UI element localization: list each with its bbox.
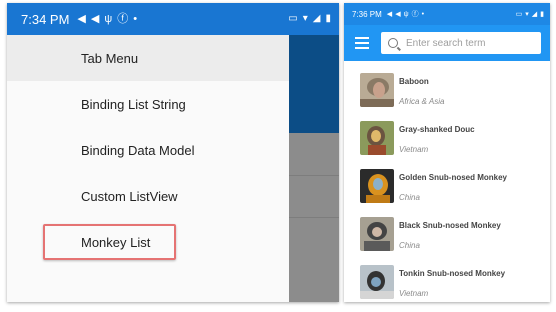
list-item[interactable]: Gray-shanked Douc Vietnam — [344, 117, 550, 165]
monkey-photo — [360, 265, 394, 299]
douc-photo — [360, 121, 394, 155]
drawer-item-binding-data-model[interactable]: Binding Data Model — [7, 127, 289, 173]
monkey-location: Africa & Asia — [399, 97, 445, 106]
status-time: 7:34 PM — [21, 11, 70, 27]
cast-icon: ▭ — [288, 13, 298, 24]
status-bar: 7:36 PM ◀ ◀ ψ ⓕ • ▭ ▾ ◢ ▮ — [344, 3, 550, 25]
monkey-location: Vietnam — [399, 289, 429, 298]
monkey-location: Vietnam — [399, 145, 429, 154]
black-monkey-photo — [360, 217, 394, 251]
toolbar — [344, 25, 550, 61]
list-item[interactable]: Golden Snub-nosed Monkey China — [344, 165, 550, 213]
drawer-item-label: Binding Data Model — [81, 142, 195, 158]
wifi-icon: ▾ — [302, 13, 308, 24]
search-icon — [388, 38, 398, 48]
list-item[interactable]: Tonkin Snub-nosed Monkey Vietnam — [344, 261, 550, 302]
facebook-icon: ⓕ — [117, 12, 129, 25]
monkey-name: Tonkin Snub-nosed Monkey — [399, 269, 506, 278]
hamburger-menu-icon[interactable] — [355, 37, 369, 49]
list-item[interactable]: Black Snub-nosed Monkey China — [344, 213, 550, 261]
left-phone-screenshot: 7:34 PM ◀ ◀ ψ ⓕ • ▭ ▾ ◢ ▮ Tab Menu Bindi… — [7, 3, 339, 302]
notification-icons: ◀ ◀ ψ ⓕ • — [77, 12, 138, 25]
cast-icon: ▭ — [515, 10, 523, 18]
drawer-item-label: Tab Menu — [81, 50, 139, 66]
send-icon: ◀ — [77, 12, 86, 25]
monkey-location: China — [399, 241, 420, 250]
app-header-behind-drawer — [289, 35, 339, 133]
monkey-list: Baboon Africa & Asia Gray-shanked Douc V… — [344, 69, 550, 302]
tonkin-monkey-photo — [360, 265, 394, 299]
status-time: 7:36 PM — [352, 9, 382, 19]
signal-icon: ◢ — [312, 13, 321, 24]
dot-icon: • — [133, 12, 138, 25]
battery-icon: ▮ — [540, 10, 544, 18]
monkey-photo — [360, 121, 394, 155]
monkey-name: Golden Snub-nosed Monkey — [399, 173, 508, 182]
drawer-item-label: Custom ListView — [81, 188, 178, 204]
golden-monkey-photo — [360, 169, 394, 203]
navigation-drawer: Tab Menu Binding List String Binding Dat… — [7, 35, 289, 302]
monkey-name: Black Snub-nosed Monkey — [399, 221, 501, 230]
search-bar[interactable] — [381, 32, 541, 54]
send-icon: ◀ — [395, 10, 401, 18]
signal-icon: ◢ — [531, 10, 538, 18]
divider — [289, 175, 339, 176]
drawer-item-binding-list-string[interactable]: Binding List String — [7, 81, 289, 127]
facebook-icon: ⓕ — [411, 10, 419, 18]
drawer-item-tab-menu[interactable]: Tab Menu — [7, 35, 289, 81]
wifi-icon: ▾ — [525, 10, 529, 18]
send-icon: ◀ — [386, 10, 393, 18]
monkey-name: Baboon — [399, 77, 429, 86]
baboon-photo — [360, 73, 394, 107]
right-phone-screenshot: 7:36 PM ◀ ◀ ψ ⓕ • ▭ ▾ ◢ ▮ Enter search t… — [344, 3, 550, 302]
search-input[interactable] — [406, 37, 526, 49]
monkey-location: China — [399, 193, 420, 202]
status-right-icons: ▭ ▾ ◢ ▮ — [288, 14, 331, 24]
drawer-item-custom-listview[interactable]: Custom ListView — [7, 173, 289, 219]
monkey-photo — [360, 73, 394, 107]
drawer-item-label: Binding List String — [81, 96, 186, 112]
send-icon: ◀ — [90, 12, 100, 25]
notification-icons: ◀ ◀ ψ ⓕ • — [387, 11, 424, 18]
monkey-list-highlight — [43, 224, 176, 260]
usb-icon: ψ — [104, 12, 113, 25]
monkey-name: Gray-shanked Douc — [399, 125, 475, 134]
monkey-photo — [360, 217, 394, 251]
status-right-icons: ▭ ▾ ◢ ▮ — [516, 11, 544, 18]
dot-icon: • — [421, 10, 425, 18]
list-item[interactable]: Baboon Africa & Asia — [344, 69, 550, 117]
status-bar: 7:34 PM ◀ ◀ ψ ⓕ • ▭ ▾ ◢ ▮ — [7, 3, 339, 35]
battery-icon: ▮ — [325, 13, 331, 24]
monkey-photo — [360, 169, 394, 203]
usb-icon: ψ — [403, 10, 409, 18]
divider — [289, 217, 339, 218]
